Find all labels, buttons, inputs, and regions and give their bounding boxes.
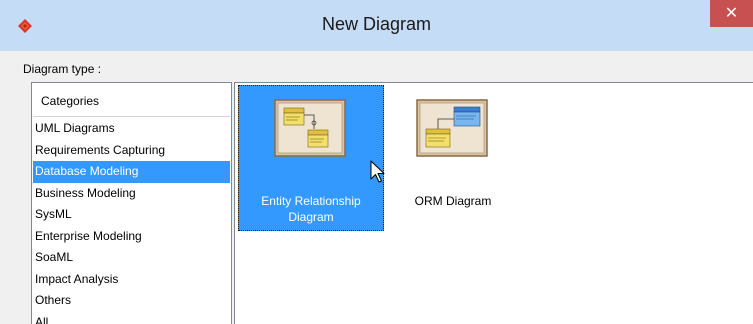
categories-list-panel: Categories UML Diagrams Requirements Cap… [31, 82, 232, 324]
diagram-tile-label-line1: Entity Relationship [261, 194, 361, 208]
diagram-tile-label-line2: Diagram [288, 210, 334, 224]
close-button[interactable]: ✕ [710, 0, 753, 27]
diagram-tile-label: ORM Diagram [380, 193, 526, 209]
diagram-tile-label-line1: ORM Diagram [414, 194, 492, 208]
category-item-others[interactable]: Others [33, 290, 230, 312]
orm-thumbnail-icon [416, 99, 488, 157]
categories-header-label: Categories [41, 94, 100, 108]
categories-column-header[interactable]: Categories [33, 84, 230, 117]
diagram-gallery-panel: Entity Relationship Diagram ORM Diagram [234, 82, 753, 324]
diagram-tile-entity-relationship[interactable]: Entity Relationship Diagram [238, 85, 384, 231]
category-item-requirements-capturing[interactable]: Requirements Capturing [33, 140, 230, 162]
category-item-sysml[interactable]: SysML [33, 204, 230, 226]
category-item-business-modeling[interactable]: Business Modeling [33, 183, 230, 205]
category-item-soaml[interactable]: SoaML [33, 247, 230, 269]
category-item-impact-analysis[interactable]: Impact Analysis [33, 269, 230, 291]
category-item-uml-diagrams[interactable]: UML Diagrams [33, 118, 230, 140]
category-item-all[interactable]: All [33, 312, 230, 324]
categories-list: UML Diagrams Requirements Capturing Data… [33, 118, 230, 324]
diagram-tile-orm[interactable]: ORM Diagram [380, 85, 526, 231]
new-diagram-dialog: New Diagram ✕ Diagram type : Categories … [0, 0, 753, 324]
diagram-type-label: Diagram type : [23, 62, 102, 76]
title-bar[interactable]: New Diagram ✕ [0, 0, 753, 51]
diagram-tile-label: Entity Relationship Diagram [238, 193, 384, 225]
category-item-database-modeling[interactable]: Database Modeling [33, 161, 230, 183]
dialog-title: New Diagram [321, 14, 432, 34]
erd-thumbnail-icon [274, 99, 346, 157]
category-item-enterprise-modeling[interactable]: Enterprise Modeling [33, 226, 230, 248]
